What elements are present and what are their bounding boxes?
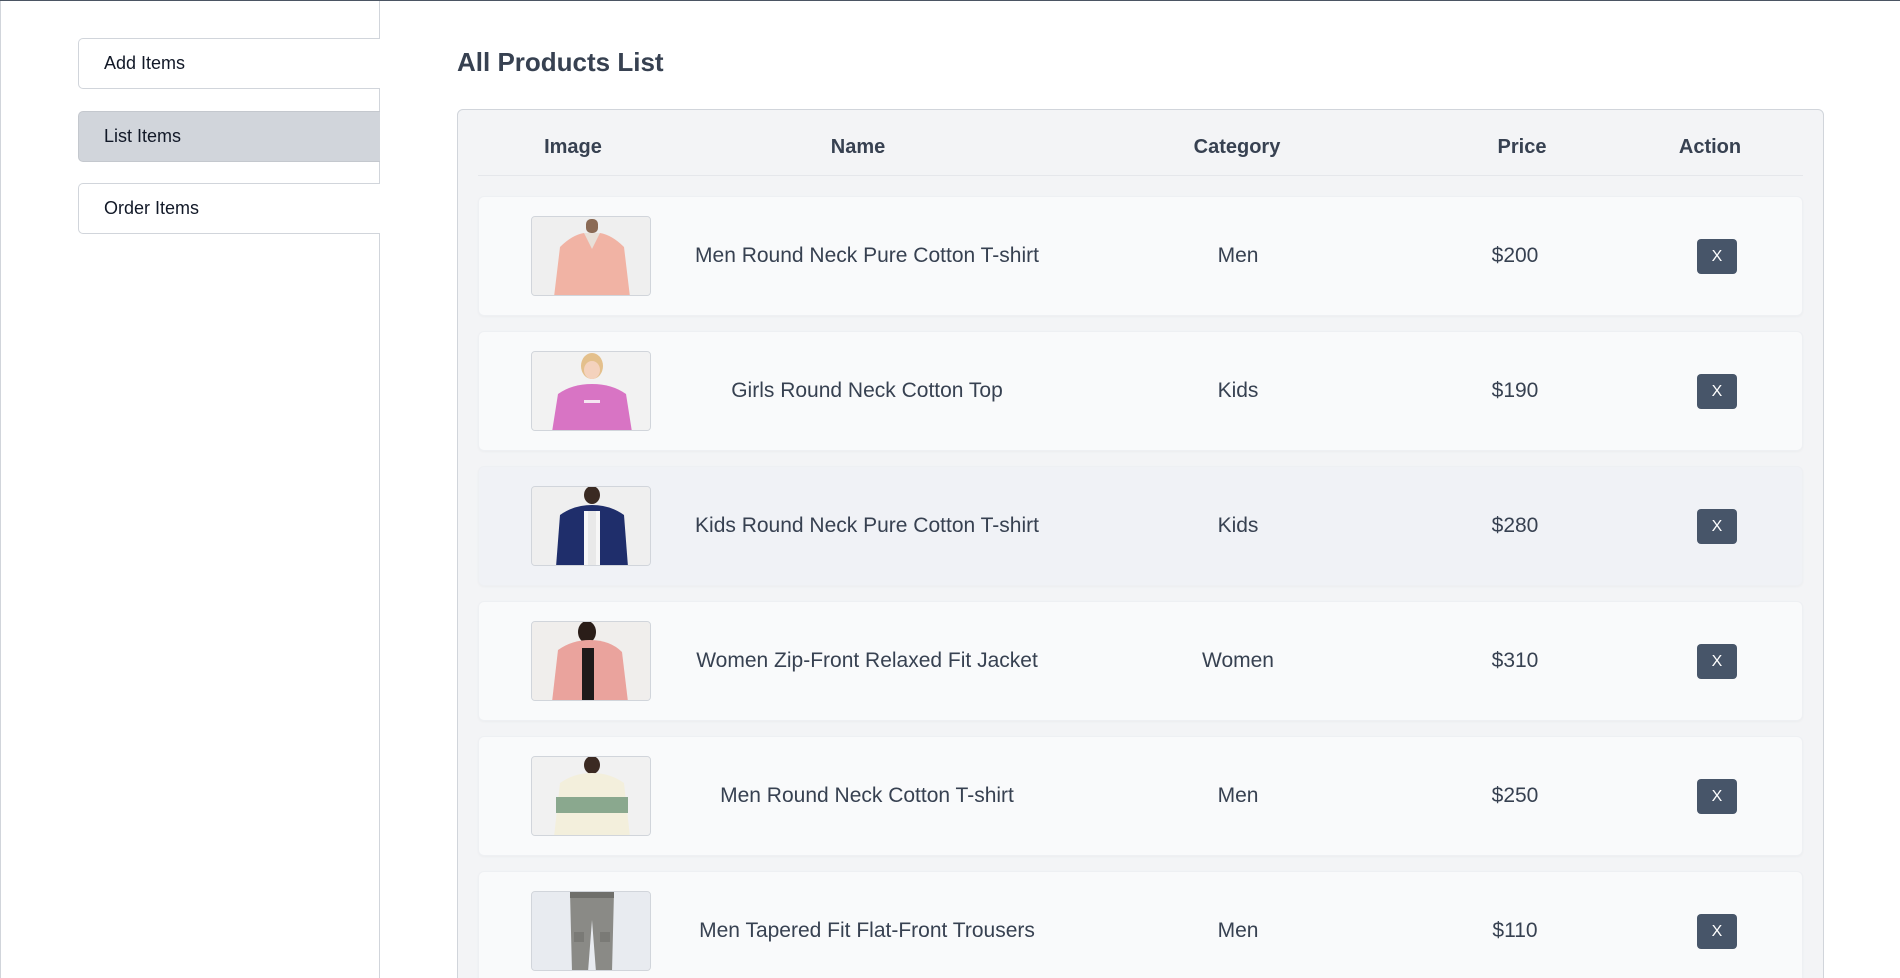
sidebar-item-label: List Items bbox=[104, 126, 182, 146]
product-category: Men bbox=[1217, 919, 1259, 942]
close-icon: X bbox=[1711, 247, 1723, 265]
table-row: Men Round Neck Pure Cotton T-shirt Men $… bbox=[478, 196, 1803, 316]
table-header: Image Name Category Price Action bbox=[478, 110, 1803, 176]
delete-button[interactable]: X bbox=[1697, 779, 1737, 814]
sidebar-item-label: Order Items bbox=[104, 198, 200, 218]
close-icon: X bbox=[1711, 787, 1723, 805]
column-header-name: Name bbox=[830, 136, 886, 158]
product-name: Men Round Neck Cotton T-shirt bbox=[720, 784, 1014, 807]
delete-button[interactable]: X bbox=[1697, 374, 1737, 409]
delete-button[interactable]: X bbox=[1697, 239, 1737, 274]
grey-trousers-photo-icon bbox=[531, 891, 651, 971]
close-icon: X bbox=[1711, 922, 1723, 940]
column-header-category: Category bbox=[1193, 136, 1281, 158]
sidebar-item-order-items[interactable]: Order Items bbox=[78, 183, 380, 234]
product-price: $280 bbox=[1491, 514, 1539, 537]
close-icon: X bbox=[1711, 652, 1723, 670]
product-category: Men bbox=[1217, 784, 1259, 807]
product-price: $190 bbox=[1491, 379, 1539, 402]
delete-button[interactable]: X bbox=[1697, 509, 1737, 544]
pink-jacket-photo-icon bbox=[531, 621, 651, 701]
sidebar-item-add-items[interactable]: Add Items bbox=[78, 38, 380, 89]
sidebar: Add Items List Items Order Items bbox=[0, 1, 380, 978]
product-category: Kids bbox=[1217, 514, 1259, 537]
pink-shirt-photo-icon bbox=[531, 216, 651, 296]
product-price: $310 bbox=[1491, 649, 1539, 672]
sidebar-item-label: Add Items bbox=[104, 53, 186, 73]
delete-button[interactable]: X bbox=[1697, 644, 1737, 679]
pink-top-photo-icon bbox=[531, 351, 651, 431]
sidebar-item-list-items[interactable]: List Items bbox=[78, 111, 380, 162]
navy-shirt-photo-icon bbox=[531, 486, 651, 566]
delete-button[interactable]: X bbox=[1697, 914, 1737, 949]
product-price: $250 bbox=[1491, 784, 1539, 807]
table-row: Girls Round Neck Cotton Top Kids $190 X bbox=[478, 331, 1803, 451]
close-icon: X bbox=[1711, 517, 1723, 535]
product-name: Men Round Neck Pure Cotton T-shirt bbox=[695, 244, 1039, 267]
column-header-image: Image bbox=[544, 136, 602, 158]
product-name: Women Zip-Front Relaxed Fit Jacket bbox=[696, 649, 1038, 672]
table-row: Men Round Neck Cotton T-shirt Men $250 X bbox=[478, 736, 1803, 856]
table-row: Kids Round Neck Pure Cotton T-shirt Kids… bbox=[478, 466, 1803, 586]
page-title: All Products List bbox=[457, 47, 664, 77]
table-row: Women Zip-Front Relaxed Fit Jacket Women… bbox=[478, 601, 1803, 721]
admin-page: Add Items List Items Order Items All Pro… bbox=[0, 0, 1900, 978]
products-table: Image Name Category Price Action Men Rou… bbox=[457, 109, 1824, 978]
product-name: Girls Round Neck Cotton Top bbox=[731, 379, 1003, 402]
close-icon: X bbox=[1711, 382, 1723, 400]
product-name: Kids Round Neck Pure Cotton T-shirt bbox=[695, 514, 1039, 537]
striped-shirt-photo-icon bbox=[531, 756, 651, 836]
product-category: Men bbox=[1217, 244, 1259, 267]
product-category: Kids bbox=[1217, 379, 1259, 402]
product-price: $110 bbox=[1492, 919, 1538, 942]
table-row: Men Tapered Fit Flat-Front Trousers Men … bbox=[478, 871, 1803, 978]
product-name: Men Tapered Fit Flat-Front Trousers bbox=[699, 919, 1035, 942]
column-header-price: Price bbox=[1497, 136, 1547, 158]
product-price: $200 bbox=[1491, 244, 1539, 267]
product-category: Women bbox=[1202, 649, 1274, 672]
column-header-action: Action bbox=[1678, 136, 1742, 158]
